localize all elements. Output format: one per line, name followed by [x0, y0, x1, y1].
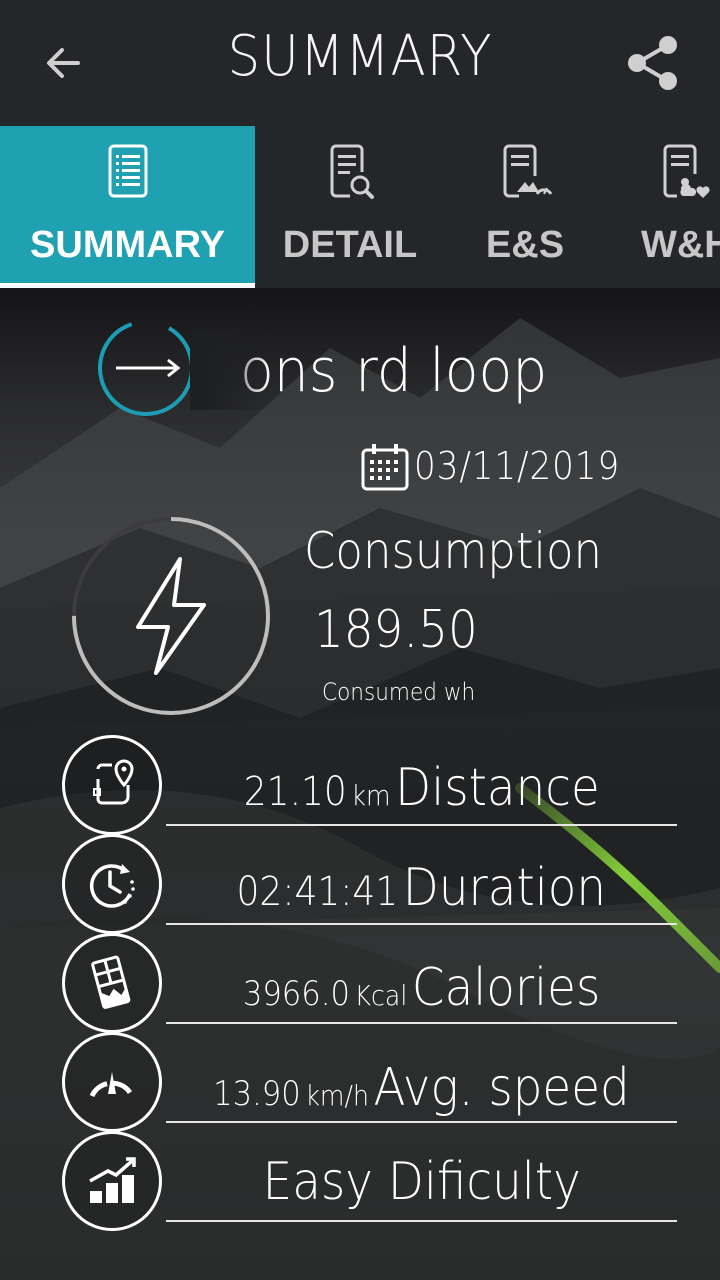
calories-unit: Kcal — [354, 979, 408, 1012]
consumption-value: 189.50 — [314, 600, 478, 660]
tab-label: W&H — [641, 224, 720, 266]
page-title: SUMMARY — [227, 24, 493, 89]
consumption-unit: Consumed wh — [322, 678, 476, 706]
tab-bar: SUMMARY DETAIL E&S W&H — [0, 126, 720, 288]
divider — [166, 923, 677, 925]
share-icon[interactable] — [622, 32, 684, 94]
list-document-icon — [108, 144, 147, 198]
distance-unit: km — [351, 779, 391, 812]
speed-stat: 13.90 km/h Avg. speed — [166, 1058, 677, 1118]
calendar-icon — [361, 444, 409, 491]
speed-unit: km/h — [305, 1079, 370, 1112]
route-name: ons rd loop — [240, 336, 548, 406]
distance-value: 21.10 — [243, 769, 347, 815]
tab-w-and-h[interactable]: W&H — [605, 126, 720, 288]
divider — [166, 1121, 677, 1123]
route-arrow-icon — [98, 320, 194, 416]
document-search-icon — [330, 144, 374, 199]
calories-value: 3966.0 — [242, 974, 350, 1014]
bar-chart-icon — [89, 1157, 136, 1203]
route-name-fade — [190, 330, 270, 410]
duration-stat: 02:41:41 Duration — [166, 858, 677, 918]
app-bar: SUMMARY — [0, 0, 720, 126]
map-pin-route-icon — [93, 759, 134, 805]
tab-label: E&S — [485, 224, 565, 266]
tab-e-and-s[interactable]: E&S — [445, 126, 605, 288]
chocolate-bar-icon — [91, 955, 131, 1009]
difficulty-label: Easy Dificulty — [262, 1152, 581, 1212]
duration-value: 02:41:41 — [236, 869, 399, 915]
difficulty-stat: Easy Dificulty — [166, 1152, 677, 1212]
tab-detail[interactable]: DETAIL — [255, 126, 445, 288]
consumption-title: Consumption — [304, 522, 603, 580]
speed-label: Avg. speed — [373, 1058, 630, 1118]
speed-value: 13.90 — [213, 1074, 301, 1114]
duration-icon-circle — [62, 834, 162, 934]
speed-icon-circle — [62, 1032, 162, 1132]
stopwatch-icon — [89, 864, 135, 908]
calories-icon-circle — [62, 933, 162, 1033]
document-elevation-speed-icon — [503, 144, 553, 198]
distance-stat: 21.10 km Distance — [166, 758, 677, 818]
divider — [166, 1220, 677, 1222]
difficulty-icon-circle — [62, 1131, 162, 1231]
document-weather-heart-icon — [663, 144, 710, 198]
calories-label: Calories — [411, 958, 601, 1018]
route-date: 03/11/2019 — [414, 444, 621, 488]
tab-label: DETAIL — [282, 224, 418, 266]
consumption-progress-ring — [72, 517, 270, 715]
tab-label: SUMMARY — [30, 224, 225, 266]
lightning-bolt-icon — [136, 557, 206, 675]
duration-label: Duration — [402, 858, 607, 918]
tab-summary[interactable]: SUMMARY — [0, 126, 255, 288]
distance-icon-circle — [62, 735, 162, 835]
divider — [166, 1022, 677, 1024]
divider — [166, 824, 677, 826]
distance-label: Distance — [394, 758, 600, 818]
speedometer-icon — [89, 1072, 135, 1098]
calories-stat: 3966.0 Kcal Calories — [166, 958, 677, 1018]
